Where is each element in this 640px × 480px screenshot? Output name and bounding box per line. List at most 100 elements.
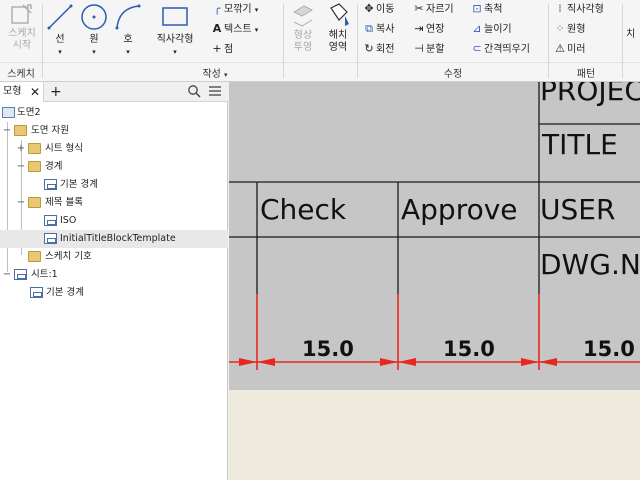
tree-item-sheet-border[interactable]: 기본 경계 bbox=[0, 284, 228, 302]
cell-title: TITLE bbox=[542, 128, 618, 161]
tree-item-iso[interactable]: ISO bbox=[0, 212, 228, 230]
constrain-label: 치 bbox=[626, 29, 636, 40]
text-button[interactable]: A 텍스트 ▾ bbox=[210, 22, 259, 37]
scale-icon: ⊡ bbox=[472, 2, 482, 15]
mirror-label: 미러 bbox=[567, 44, 586, 55]
cell-user: USER bbox=[540, 193, 616, 226]
copy-button[interactable]: ⧉ 복사 bbox=[362, 22, 394, 37]
trim-icon: ✂ bbox=[414, 2, 424, 15]
offset-label: 간격띄우기 bbox=[484, 44, 530, 55]
tree-item-label: 기본 경계 bbox=[60, 179, 98, 190]
project-geometry-label: 형상 투영 bbox=[293, 30, 313, 53]
project-geometry-icon bbox=[292, 5, 314, 27]
cell-dwg-no: DWG.N bbox=[540, 248, 640, 281]
extend-icon: ⇥ bbox=[414, 22, 424, 35]
dimension-text[interactable]: 15.0 bbox=[302, 338, 354, 360]
rectangular-pattern-button[interactable]: ⁞ 직사각형 bbox=[553, 2, 604, 17]
chevron-down-icon[interactable]: ▾ bbox=[44, 46, 76, 58]
line-button[interactable]: 선 ▾ bbox=[44, 2, 76, 58]
circular-pattern-button[interactable]: ⁘ 원형 bbox=[553, 22, 585, 37]
cell-approve: Approve bbox=[401, 193, 518, 226]
circle-icon bbox=[81, 4, 107, 30]
tree-item-label: ISO bbox=[60, 215, 77, 226]
create-panel-label[interactable]: 작성 ▾ bbox=[150, 65, 280, 80]
collapse-icon[interactable]: − bbox=[16, 194, 26, 212]
chevron-down-icon[interactable]: ▾ bbox=[255, 6, 259, 14]
hamburger-menu-icon[interactable] bbox=[208, 84, 222, 98]
drawing-canvas[interactable]: PROJEC TITLE Check Approve USER DWG.N 15… bbox=[229, 82, 640, 480]
rotate-icon: ↻ bbox=[364, 42, 374, 55]
start-sketch-button[interactable]: 스케치 시작 bbox=[2, 2, 42, 52]
tree-item-sheet-formats[interactable]: + 시트 형식 bbox=[0, 140, 228, 158]
rectangle-button[interactable]: 직사각형 ▾ bbox=[148, 2, 202, 58]
copy-label: 복사 bbox=[376, 24, 395, 35]
rotate-button[interactable]: ↻ 회전 bbox=[362, 42, 394, 57]
sketch-icon bbox=[11, 4, 32, 24]
tree-item-default-border[interactable]: 기본 경계 bbox=[0, 176, 228, 194]
move-icon: ✥ bbox=[364, 2, 374, 15]
project-geometry-button[interactable]: 형상 투영 bbox=[286, 2, 320, 54]
arc-button[interactable]: 호 ▾ bbox=[112, 2, 144, 58]
dimension-text[interactable]: 15.0 bbox=[443, 338, 495, 360]
search-icon[interactable] bbox=[187, 84, 201, 98]
collapse-icon[interactable]: − bbox=[2, 266, 12, 284]
stretch-button[interactable]: ⊿ 늘이기 bbox=[470, 22, 512, 37]
trim-button[interactable]: ✂ 자르기 bbox=[412, 2, 453, 17]
tree-item-label: 스케치 기호 bbox=[45, 251, 92, 262]
panel-separator bbox=[622, 4, 623, 78]
rectangle-icon bbox=[162, 7, 188, 26]
collapse-icon[interactable]: − bbox=[2, 122, 12, 140]
add-tab-icon[interactable]: + bbox=[50, 82, 62, 102]
border-icon bbox=[44, 179, 57, 190]
tree-item-title-blocks[interactable]: − 제목 블록 bbox=[0, 194, 228, 212]
split-icon: ⊣ bbox=[414, 42, 424, 55]
scale-button[interactable]: ⊡ 축척 bbox=[470, 2, 502, 17]
tree-item-drawing[interactable]: 도면2 bbox=[0, 104, 228, 122]
chevron-down-icon[interactable]: ▾ bbox=[78, 46, 110, 58]
mirror-button[interactable]: ⚠ 미러 bbox=[553, 42, 585, 57]
circle-button[interactable]: 원 ▾ bbox=[78, 2, 110, 58]
sheet-icon bbox=[14, 269, 27, 280]
fillet-icon: ╭ bbox=[213, 2, 221, 15]
close-icon[interactable]: ✕ bbox=[30, 82, 40, 102]
stretch-label: 늘이기 bbox=[484, 24, 512, 35]
point-button[interactable]: + 점 bbox=[210, 42, 233, 57]
tree-item-label: 시트 형식 bbox=[45, 143, 83, 154]
create-panel-text: 작성 bbox=[202, 69, 221, 80]
sketch-panel-label: 스케치 bbox=[7, 69, 35, 80]
tree-item-initial-titleblock-template[interactable]: InitialTitleBlockTemplate bbox=[0, 230, 228, 248]
scale-label: 축척 bbox=[484, 4, 503, 15]
chevron-down-icon[interactable]: ▾ bbox=[148, 46, 202, 58]
expand-icon[interactable]: + bbox=[16, 140, 26, 158]
panel-separator bbox=[283, 4, 284, 78]
hatch-button[interactable]: 해치 영역 bbox=[322, 2, 354, 54]
tree-item-sheet-1[interactable]: − 시트:1 bbox=[0, 266, 228, 284]
cell-project: PROJEC bbox=[540, 82, 640, 107]
fillet-button[interactable]: ╭ 모깎기 ▾ bbox=[210, 2, 259, 17]
rotate-label: 회전 bbox=[376, 44, 395, 55]
arc-icon bbox=[115, 4, 141, 30]
arc-label: 호 bbox=[123, 34, 133, 45]
rectangle-label: 직사각형 bbox=[156, 34, 194, 45]
circular-pattern-icon: ⁘ bbox=[555, 22, 565, 35]
split-button[interactable]: ⊣ 분할 bbox=[412, 42, 444, 57]
rectangular-pattern-icon: ⁞ bbox=[558, 2, 562, 15]
border-icon bbox=[30, 287, 43, 298]
tree-item-label: 시트:1 bbox=[31, 269, 58, 280]
tree-item-drawing-resources[interactable]: − 도면 자원 bbox=[0, 122, 228, 140]
modify-panel-label: 수정 bbox=[443, 69, 463, 80]
tree-item-sketched-symbols[interactable]: 스케치 기호 bbox=[0, 248, 228, 266]
offset-button[interactable]: ⊂ 간격띄우기 bbox=[470, 42, 530, 57]
move-button[interactable]: ✥ 이동 bbox=[362, 2, 394, 17]
panel-separator bbox=[357, 4, 358, 78]
chevron-down-icon[interactable]: ▾ bbox=[112, 46, 144, 58]
browser-header: 모형 ✕ + bbox=[0, 82, 228, 102]
chevron-down-icon[interactable]: ▾ bbox=[255, 26, 259, 34]
extend-button[interactable]: ⇥ 연장 bbox=[412, 22, 444, 37]
collapse-icon[interactable]: − bbox=[16, 158, 26, 176]
tree-item-borders[interactable]: − 경계 bbox=[0, 158, 228, 176]
fillet-label: 모깎기 bbox=[224, 4, 252, 15]
dimension-text[interactable]: 15.0 bbox=[583, 338, 635, 360]
mirror-icon: ⚠ bbox=[555, 42, 565, 55]
constrain-button-partial[interactable]: 치 bbox=[626, 28, 635, 42]
